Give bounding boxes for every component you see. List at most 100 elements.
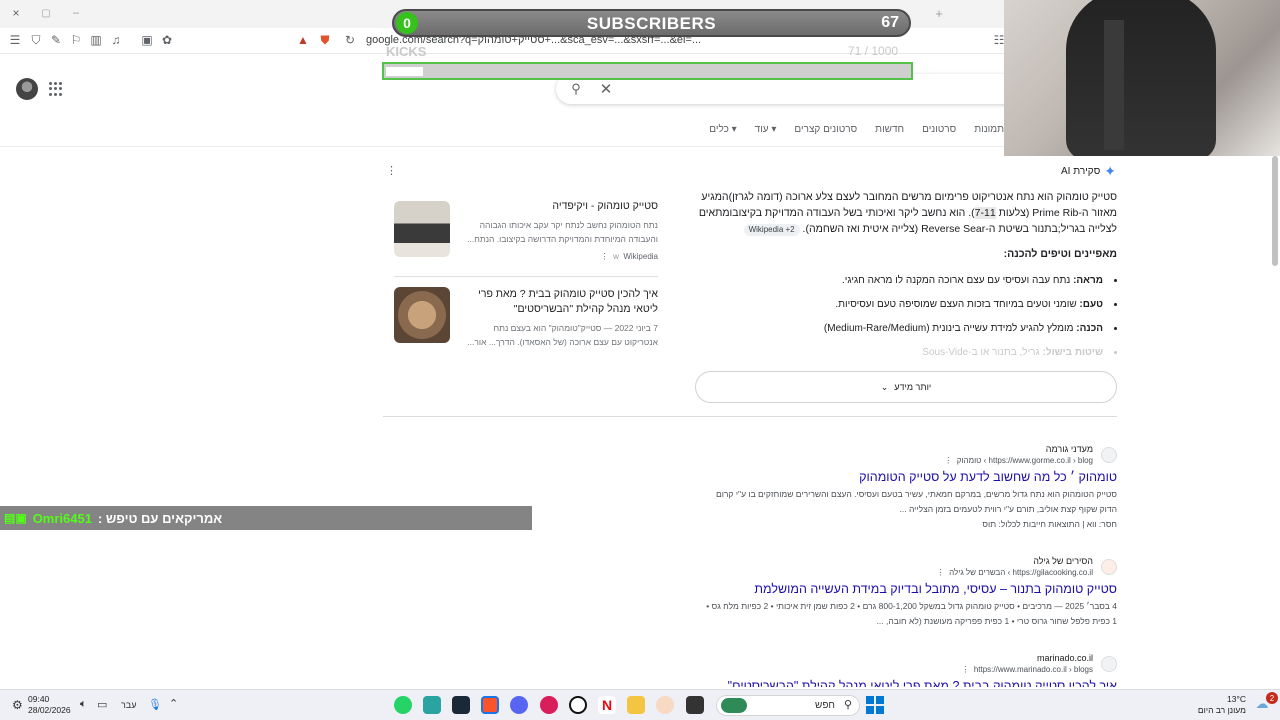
sidebar-icon[interactable]: ▥ — [89, 33, 103, 47]
more-options-icon[interactable]: ⋮ — [601, 252, 609, 261]
language-indicator[interactable]: עבר — [121, 700, 136, 710]
weather-widget[interactable]: 13°C מעונן רב היום — [1198, 694, 1246, 716]
result-snippet-line: 4 בסבר׳ 2025 — מרכיבים • סטייק טומהוק גד… — [706, 601, 1117, 611]
jacket-zipper — [1104, 20, 1124, 150]
bullet-term: מראה: — [1073, 275, 1103, 286]
tab-images[interactable]: תמונות — [974, 124, 1004, 140]
search-result: הסירים של גילה https://gilacooking.co.il… — [677, 556, 1117, 629]
bullet-term: שיטות בישול: — [1042, 347, 1103, 358]
search-icon[interactable]: ⚲ — [568, 81, 584, 97]
taskbar-search-placeholder: חפש — [815, 700, 835, 711]
result-site-name: marinado.co.il — [1036, 653, 1093, 663]
netflix-icon[interactable]: N — [598, 696, 616, 714]
list-item: טעם: שומני וטעים במיוחד בזכות העצם שמוסי… — [695, 296, 1117, 320]
source-card-wikipedia[interactable]: סטייק טומהוק - ויקיפדיה נתח הטומהוק נחשב… — [384, 195, 668, 270]
scrollbar[interactable] — [1272, 156, 1278, 266]
ai-overview-header: ✦ סקירת AI — [1061, 163, 1116, 180]
avatar[interactable] — [16, 78, 38, 100]
restore-window-icon[interactable]: ▢ — [40, 7, 52, 19]
discord-icon[interactable] — [510, 696, 528, 714]
divider — [394, 276, 658, 277]
terminal-icon[interactable] — [686, 696, 704, 714]
chat-message-text: אמריקאים עם טיפש : — [97, 510, 223, 526]
close-window-icon[interactable]: × — [10, 6, 22, 20]
bookmark-icon[interactable]: ⚐ — [69, 33, 83, 47]
source-card-marinado[interactable]: איך להכין סטייק טומהוק בבית ? מאת פרי לי… — [384, 283, 668, 358]
taskbar-search-input[interactable]: חפש ⚲ — [716, 695, 860, 716]
ai-overview-paragraph: סטייק טומהוק הוא נתח אנטריקוט פרימיום מר… — [695, 189, 1117, 237]
start-button[interactable] — [866, 696, 884, 714]
result-title-link[interactable]: סטייק טומהוק בתנור – עסיסי, מתובל ובדיוק… — [677, 582, 1117, 596]
search-icon: ⚲ — [843, 699, 852, 711]
chat-username: Omri6451 — [32, 510, 92, 526]
sparkle-icon: ✦ — [1104, 163, 1116, 179]
extension-icon[interactable]: ✎ — [49, 33, 63, 47]
notification-badge[interactable]: 2 — [1266, 692, 1278, 704]
card-source-label: Wikipedia — [623, 252, 658, 261]
clock-time: 09:40 — [28, 694, 50, 704]
new-tab-button[interactable]: + — [932, 6, 946, 21]
card-snippet: נתח הטומהוק נחשב לנתח יקר עקב איכותו הגב… — [467, 220, 658, 244]
ai-overview-label: סקירת AI — [1061, 166, 1101, 177]
site-favicon — [1101, 558, 1117, 575]
shield-icon[interactable]: ⛉ — [29, 33, 43, 47]
kick-badge-icon: ▣▤ — [4, 511, 27, 525]
google-apps-icon[interactable] — [49, 82, 63, 96]
result-url: https://www.gorme.co.il › blog › טומהוק — [956, 456, 1093, 465]
media-player-icon[interactable] — [540, 696, 558, 714]
show-more-button[interactable]: ⌄ יותר מידע — [695, 371, 1117, 403]
brave-shield-icon[interactable]: ⛊ — [318, 33, 332, 47]
reload-icon[interactable]: ↻ — [343, 33, 357, 47]
music-icon[interactable]: ♫ — [109, 33, 123, 47]
card-thumbnail — [394, 201, 450, 257]
list-item: שיטות בישול: גריל, בתנור או ב-Sous-Vide — [695, 344, 1117, 368]
result-missing-terms: חסר: ווא | התוצאות חייבות לכלול: תוס — [982, 519, 1117, 529]
weather-desc: מעונן רב היום — [1197, 705, 1246, 715]
tab-tools-label: כלים — [709, 124, 729, 135]
bullet-term: טעם: — [1079, 299, 1103, 310]
brave-browser-icon[interactable] — [481, 696, 499, 714]
divider — [383, 416, 1117, 417]
tab-shorts[interactable]: סרטונים קצרים — [794, 124, 857, 140]
ai-bullet-list: מראה: נתח עבה ועסיסי עם עצם ארוכה המקנה … — [695, 272, 1117, 368]
bullet-text: שומני וטעים במיוחד בזכות העצם שמוסיפה טע… — [835, 299, 1080, 310]
result-snippet-line: 1 כפית פלפל שחור גרוס טרי • 1 כפית פפריק… — [876, 616, 1117, 626]
result-breadcrumb: https://gilacooking.co.il › הבשרים של גי… — [936, 568, 1093, 577]
microphone-icon[interactable]: 🎙︎ — [148, 698, 162, 711]
volume-icon[interactable]: 🔈︎ — [80, 698, 87, 711]
tab-tools[interactable]: כלים ▾ — [709, 124, 736, 140]
result-site-name: מעדני גורמה — [1045, 444, 1093, 454]
puzzle-icon[interactable]: ✿ — [160, 33, 174, 47]
app-icon[interactable] — [423, 696, 441, 714]
file-explorer-icon[interactable] — [627, 696, 645, 714]
chevron-up-icon[interactable]: ⌃ — [169, 697, 178, 710]
result-title-link[interactable]: טומהוק ׳ כל מה שחשוב לדעת על סטייק הטומה… — [677, 470, 1117, 484]
network-icon[interactable]: ▭ — [97, 698, 107, 711]
minimize-window-icon[interactable]: – — [70, 7, 82, 19]
source-chip[interactable]: Wikipedia +2 — [743, 224, 800, 236]
openai-icon[interactable] — [569, 696, 587, 714]
tab-grid-icon[interactable]: ▣ — [140, 33, 154, 47]
card-title: איך להכין סטייק טומהוק בבית ? מאת פרי לי… — [478, 288, 658, 315]
clock-date: 28/02/2026 — [28, 705, 71, 715]
site-favicon — [1101, 446, 1117, 463]
streamer-figure — [1066, 0, 1216, 156]
ai-subheading: מאפיינים וטיפים להכנה: — [1003, 248, 1117, 260]
tab-more[interactable]: עוד ▾ — [755, 124, 777, 140]
whatsapp-icon[interactable] — [394, 696, 412, 714]
bullet-text: גריל, בתנור או ב-Sous-Vide — [922, 347, 1043, 358]
system-clock[interactable]: 09:40 28/02/2026 — [28, 694, 71, 716]
warning-icon[interactable]: ▲ — [296, 33, 310, 47]
result-url: https://gilacooking.co.il › הבשרים של גי… — [949, 568, 1093, 577]
tab-news[interactable]: חדשות — [875, 124, 904, 140]
tab-videos[interactable]: סרטונים — [922, 124, 956, 140]
menu-icon[interactable]: ☰ — [8, 33, 22, 47]
subscribers-goal-widget: 0 SUBSCRIBERS 67 — [392, 9, 911, 37]
app-icon[interactable] — [656, 696, 674, 714]
clear-icon[interactable]: ✕ — [598, 81, 614, 98]
more-options-icon[interactable]: ⋮ — [386, 164, 397, 177]
result-title-link[interactable]: איך להכין סטייק טומהוק בבית ? מאת פרי לי… — [677, 679, 1117, 687]
card-snippet: 7 ביוני 2022 — סטייק"טומהוק" הוא בעצם נת… — [467, 323, 658, 347]
steam-icon[interactable] — [452, 696, 470, 714]
settings-icon[interactable]: ⚙ — [12, 698, 23, 712]
